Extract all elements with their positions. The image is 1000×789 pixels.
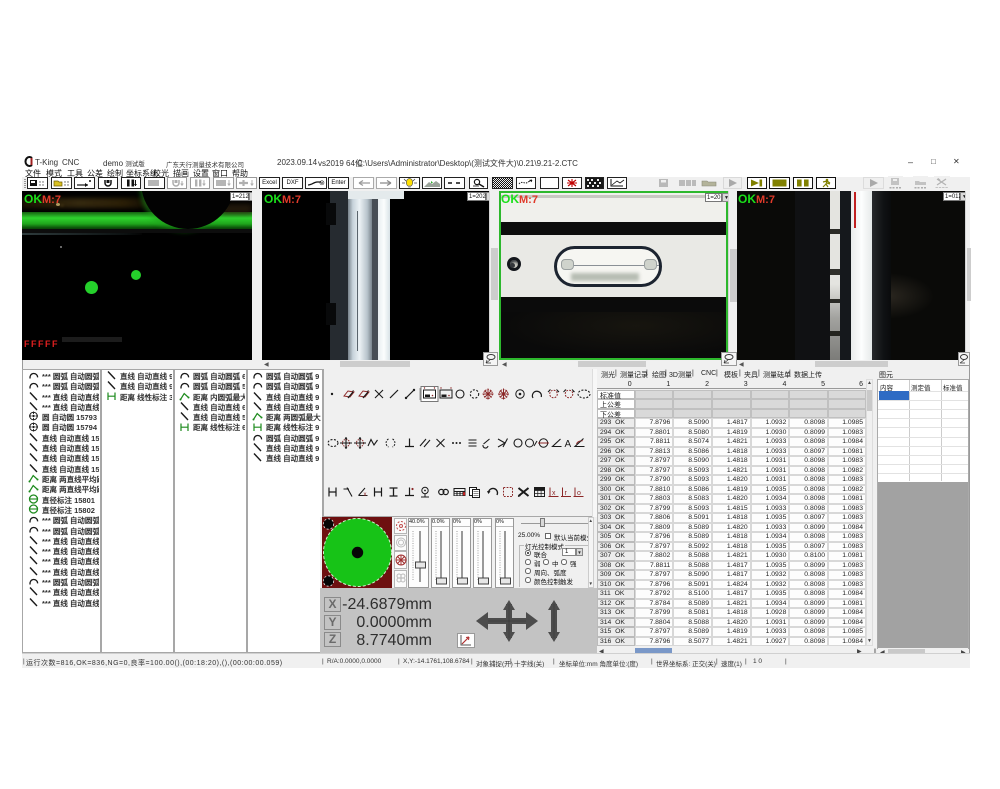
svg-text:o: o: [577, 490, 581, 497]
svg-text:r: r: [565, 490, 568, 497]
svg-text:x: x: [364, 492, 367, 498]
svg-text:⊚: ⊚: [319, 180, 325, 187]
svg-text:A: A: [565, 439, 572, 450]
svg-text:x: x: [552, 490, 556, 497]
